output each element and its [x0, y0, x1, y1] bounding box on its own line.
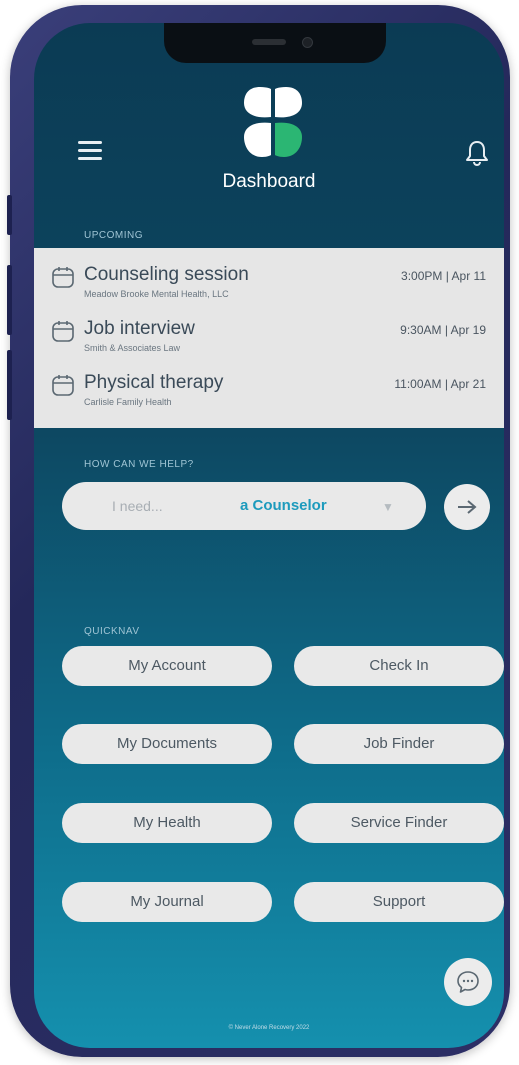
- appointment-title: Physical therapy: [84, 372, 224, 393]
- dropdown-caret-icon[interactable]: ▼: [382, 500, 394, 514]
- need-selected-value: a Counselor: [240, 497, 327, 514]
- page-title: Dashboard: [222, 171, 316, 192]
- appointment-title: Job interview: [84, 318, 195, 339]
- bell-icon[interactable]: [464, 139, 490, 167]
- appointment-item[interactable]: Counseling session Meadow Brooke Mental …: [52, 264, 492, 314]
- volume-down-button: [7, 350, 12, 420]
- mute-switch: [7, 195, 12, 235]
- appointment-time: 11:00AM | Apr 21: [394, 377, 486, 391]
- calendar-icon: [52, 321, 74, 342]
- quicknav-my-health[interactable]: My Health: [62, 803, 272, 843]
- volume-up-button: [7, 265, 12, 335]
- chat-button[interactable]: [444, 958, 492, 1006]
- submit-arrow-button[interactable]: [444, 484, 490, 530]
- appointment-provider: Meadow Brooke Mental Health, LLC: [84, 289, 229, 299]
- upcoming-label: UPCOMING: [84, 230, 143, 241]
- need-placeholder: I need...: [112, 498, 163, 514]
- help-label: HOW CAN WE HELP?: [84, 459, 194, 470]
- quicknav-my-documents[interactable]: My Documents: [62, 724, 272, 764]
- quicknav-my-account[interactable]: My Account: [62, 646, 272, 686]
- clover-logo-icon: [244, 87, 302, 157]
- appointment-provider: Smith & Associates Law: [84, 343, 181, 353]
- front-camera: [302, 37, 313, 48]
- calendar-icon: [52, 267, 74, 288]
- app-screen: Dashboard UPCOMING Counseling session Me…: [34, 23, 504, 1048]
- chat-bubble-icon: [457, 971, 479, 993]
- appointment-time: 3:00PM | Apr 11: [401, 269, 486, 283]
- quicknav-service-finder[interactable]: Service Finder: [294, 803, 504, 843]
- phone-frame: Dashboard UPCOMING Counseling session Me…: [7, 5, 510, 1057]
- appointment-time: 9:30AM | Apr 19: [400, 323, 486, 337]
- quicknav-support[interactable]: Support: [294, 882, 504, 922]
- appointment-title: Counseling session: [84, 264, 249, 285]
- quicknav-label: QUICKNAV: [84, 626, 140, 637]
- calendar-icon: [52, 375, 74, 396]
- appointment-provider: Carlisle Family Health: [84, 397, 172, 407]
- notch: [164, 23, 386, 63]
- quicknav-check-in[interactable]: Check In: [294, 646, 504, 686]
- quicknav-my-journal[interactable]: My Journal: [62, 882, 272, 922]
- upcoming-list: Counseling session Meadow Brooke Mental …: [34, 248, 504, 428]
- quicknav-job-finder[interactable]: Job Finder: [294, 724, 504, 764]
- footer-copyright: © Never Alone Recovery 2022: [228, 1025, 310, 1031]
- need-selector[interactable]: I need... a Counselor ▼: [62, 482, 426, 530]
- hamburger-menu-icon[interactable]: [78, 141, 102, 161]
- appointment-item[interactable]: Physical therapy Carlisle Family Health …: [52, 372, 492, 422]
- arrow-right-icon: [458, 500, 477, 514]
- speaker: [252, 39, 286, 45]
- appointment-item[interactable]: Job interview Smith & Associates Law 9:3…: [52, 318, 492, 368]
